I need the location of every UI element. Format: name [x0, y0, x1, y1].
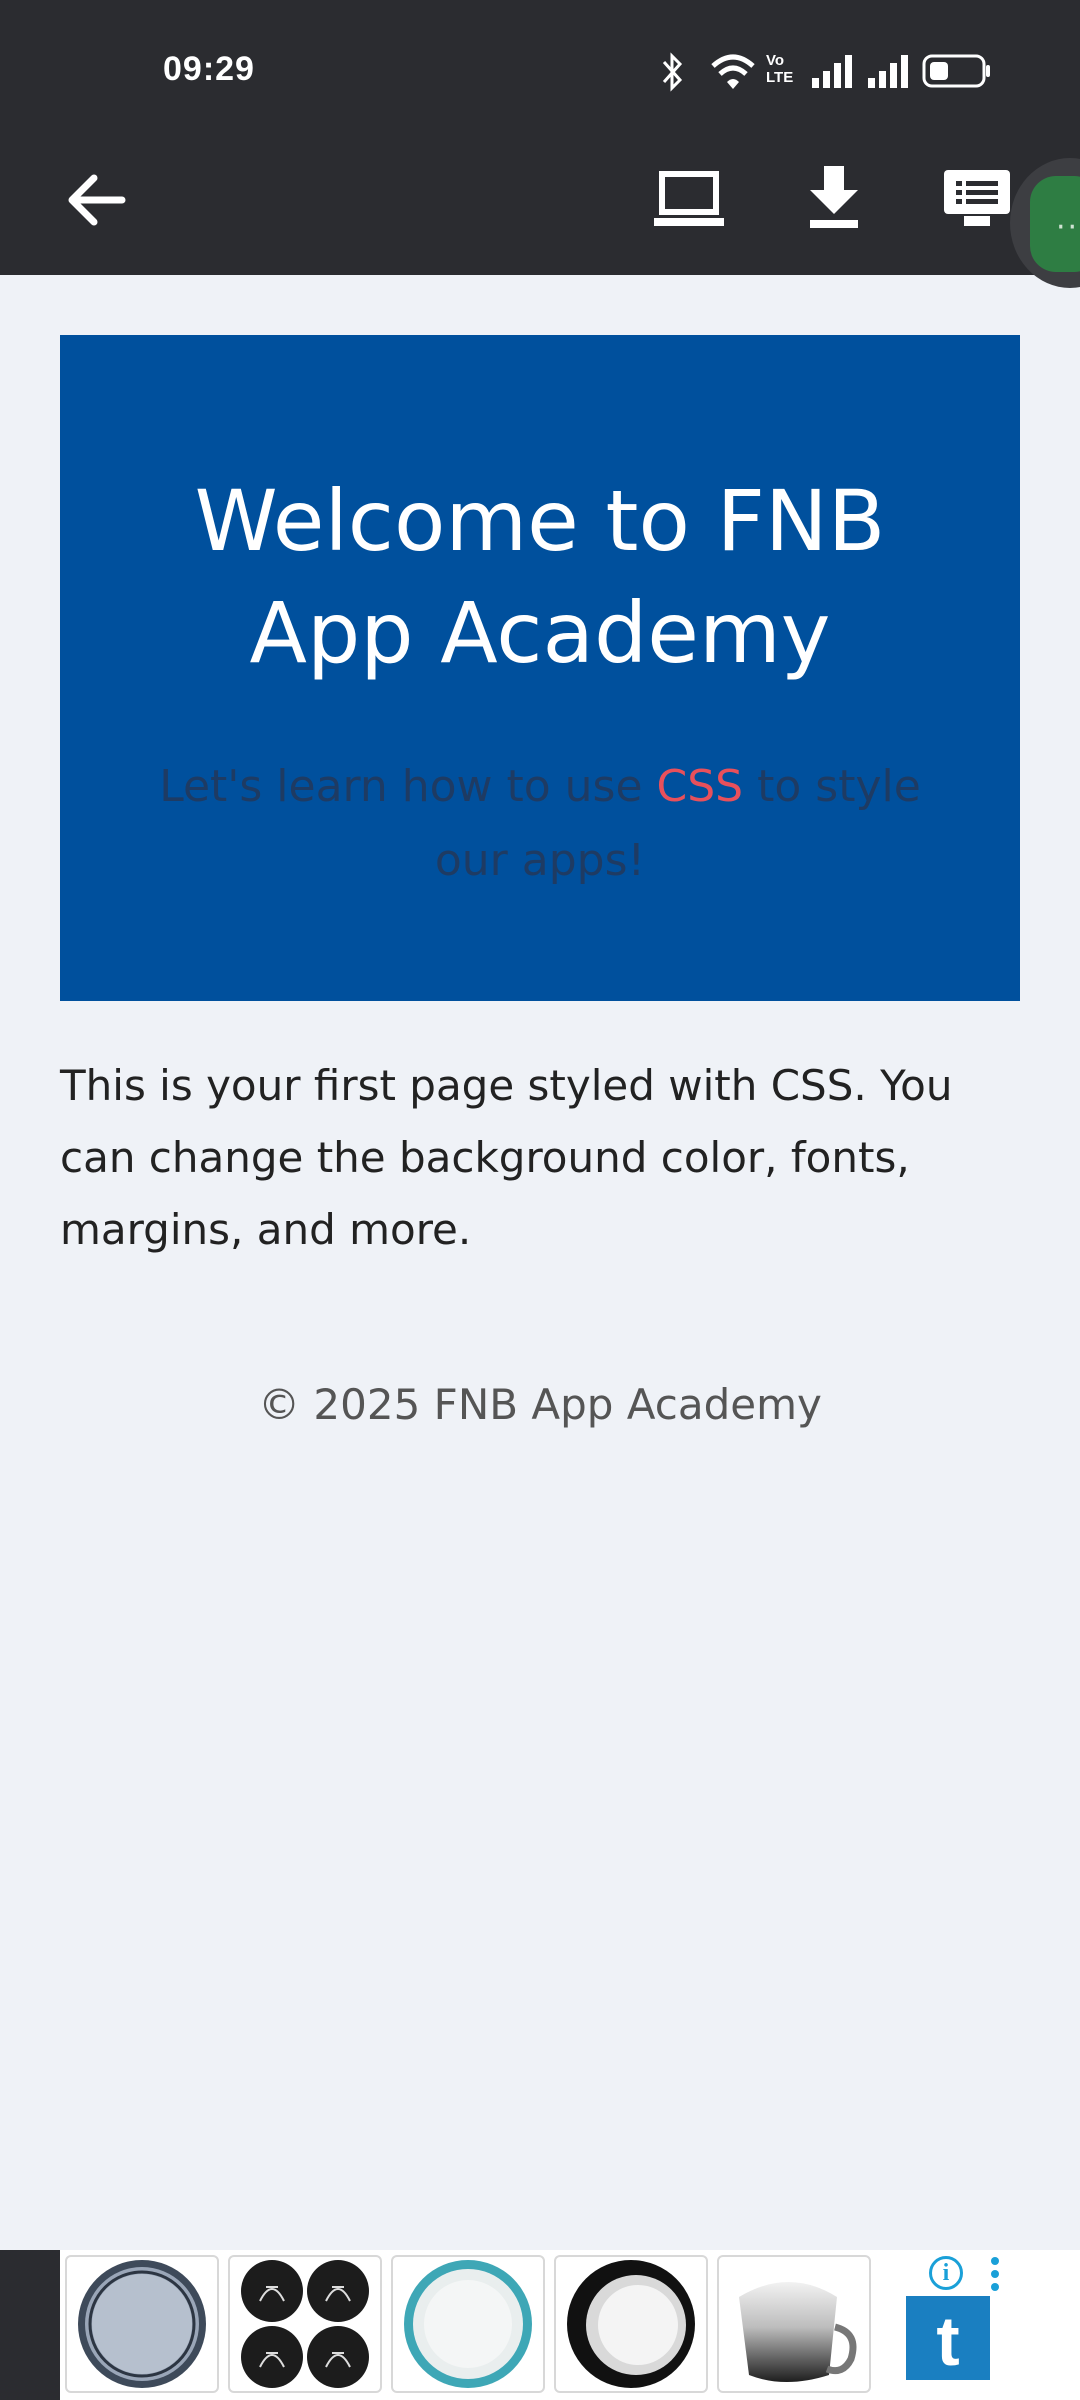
- back-arrow-icon[interactable]: [64, 168, 128, 232]
- advertiser-logo[interactable]: t: [906, 2296, 990, 2380]
- status-bar: 09:29 Vo LTE: [0, 0, 1080, 140]
- hero-subtitle: Let's learn how to use CSS to style our …: [120, 750, 960, 898]
- status-time: 09:29: [163, 50, 255, 88]
- hero-title: Welcome to FNB App Academy: [194, 472, 886, 682]
- hero-subtitle-accent: CSS: [656, 761, 744, 812]
- status-icons: Vo LTE: [660, 48, 1080, 96]
- bluetooth-icon: [662, 52, 683, 92]
- signal-icon: [868, 55, 908, 88]
- info-icon[interactable]: i: [929, 2256, 963, 2290]
- hero-banner: Welcome to FNB App Academy Let's learn h…: [60, 335, 1020, 1001]
- wifi-icon: [711, 54, 755, 89]
- more-vert-icon[interactable]: [988, 2256, 1002, 2292]
- download-icon[interactable]: [808, 164, 860, 230]
- product-thumbnail-black-rim-plate[interactable]: [554, 2255, 708, 2393]
- hero-subtitle-start: Let's learn how to use: [159, 761, 657, 812]
- footer-copyright: © 2025 FNB App Academy: [258, 1380, 822, 1429]
- product-thumbnail-grey-plate[interactable]: [65, 2255, 219, 2393]
- product-thumbnail-teal-rim-bowl[interactable]: [391, 2255, 545, 2393]
- laptop-icon[interactable]: [652, 168, 726, 230]
- plate-icon: [567, 2260, 695, 2388]
- bowl-icon: [404, 2260, 532, 2388]
- floating-bubble-dots: ··: [1056, 210, 1080, 245]
- intro-paragraph: This is your first page styled with CSS.…: [60, 1061, 953, 1254]
- battery-icon: [922, 54, 990, 88]
- product-thumbnail-illustrated-coasters[interactable]: [228, 2255, 382, 2393]
- volte-icon: Vo LTE: [766, 52, 794, 86]
- plate-icon: [78, 2260, 206, 2388]
- signal-icon: [812, 55, 852, 88]
- slideshow-icon[interactable]: [942, 168, 1012, 232]
- product-thumbnail-gradient-mug[interactable]: [717, 2255, 871, 2393]
- top-app-bar: [0, 140, 1080, 275]
- coasters-icon: [241, 2260, 369, 2388]
- mug-icon: [739, 2282, 857, 2382]
